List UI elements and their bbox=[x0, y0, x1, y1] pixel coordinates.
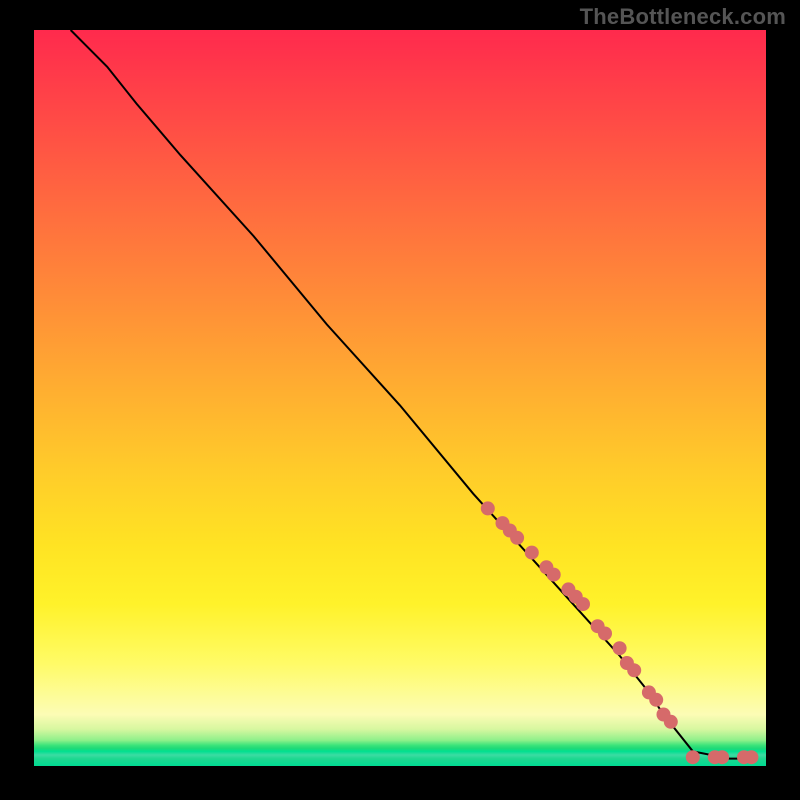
data-point bbox=[598, 627, 612, 641]
chart-overlay bbox=[34, 30, 766, 766]
data-point bbox=[744, 750, 758, 764]
data-point bbox=[547, 568, 561, 582]
data-point bbox=[664, 715, 678, 729]
chart-frame: TheBottleneck.com bbox=[0, 0, 800, 800]
data-point bbox=[510, 531, 524, 545]
data-point bbox=[576, 597, 590, 611]
data-point bbox=[649, 693, 663, 707]
watermark-text: TheBottleneck.com bbox=[580, 4, 786, 30]
data-point bbox=[525, 546, 539, 560]
data-point bbox=[627, 663, 641, 677]
data-point bbox=[613, 641, 627, 655]
data-points bbox=[481, 501, 759, 764]
data-curve bbox=[71, 30, 752, 759]
data-point bbox=[686, 750, 700, 764]
data-point bbox=[481, 501, 495, 515]
data-point bbox=[715, 750, 729, 764]
